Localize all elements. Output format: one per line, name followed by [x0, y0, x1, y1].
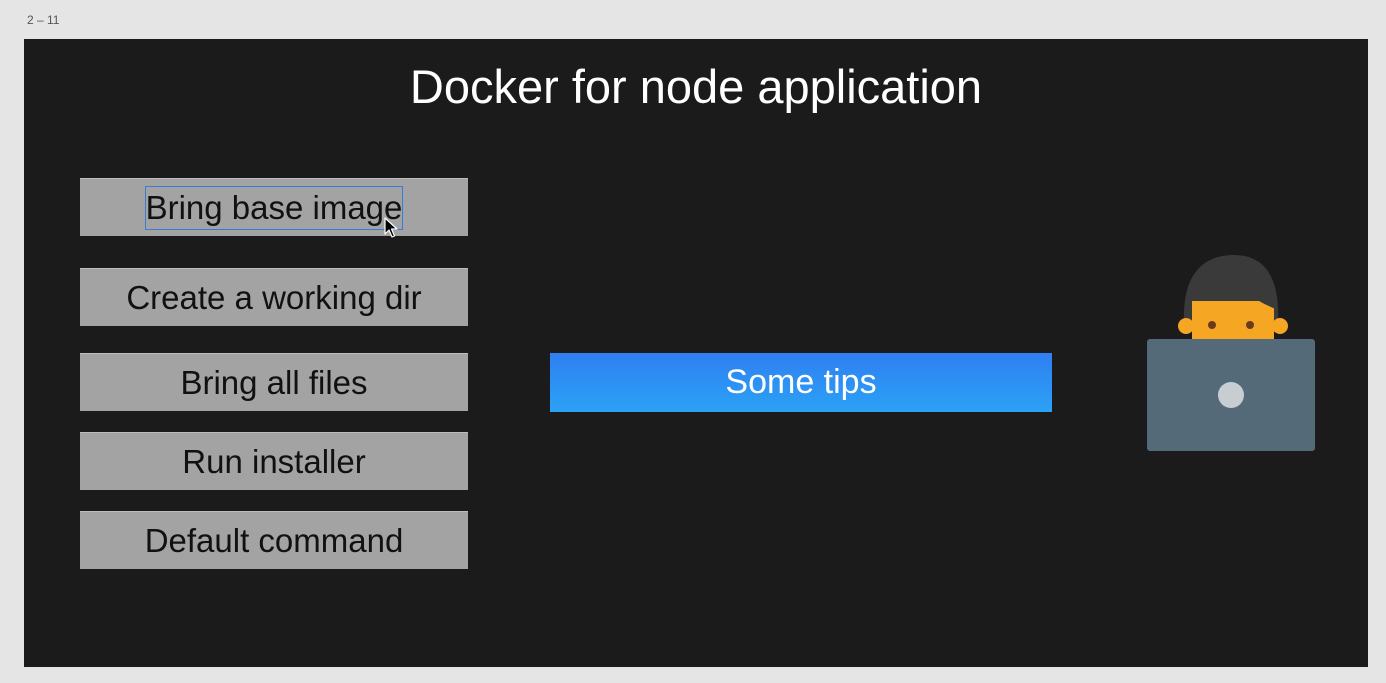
step-bring-base-image[interactable]: Bring base image: [80, 178, 468, 236]
step-create-working-dir[interactable]: Create a working dir: [80, 268, 468, 326]
step-label[interactable]: Run installer: [182, 441, 365, 483]
slide-title[interactable]: Docker for node application: [24, 59, 1368, 115]
step-label[interactable]: Create a working dir: [126, 277, 421, 319]
step-label[interactable]: Default command: [145, 520, 404, 562]
frame-label: 2 – 11: [27, 13, 60, 27]
slide-canvas[interactable]: Docker for node application Bring base i…: [24, 39, 1368, 667]
step-default-command[interactable]: Default command: [80, 511, 468, 569]
step-label-selected[interactable]: Bring base image: [144, 185, 404, 230]
some-tips-label: Some tips: [725, 363, 877, 401]
step-label[interactable]: Bring all files: [180, 362, 367, 404]
some-tips-button[interactable]: Some tips: [550, 353, 1052, 412]
step-run-installer[interactable]: Run installer: [80, 432, 468, 490]
developer-at-laptop-icon: [1147, 255, 1315, 451]
step-bring-all-files[interactable]: Bring all files: [80, 353, 468, 411]
mouse-pointer-icon: [384, 217, 398, 238]
